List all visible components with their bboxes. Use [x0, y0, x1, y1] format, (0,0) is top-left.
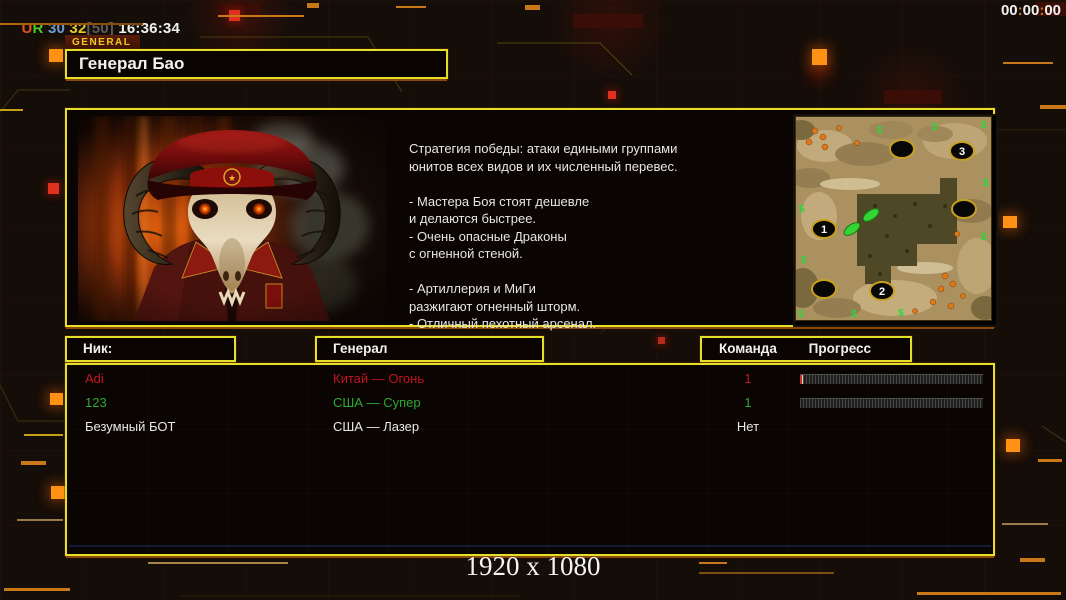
description-line: - Очень опасные Драконы — [409, 228, 567, 244]
header-label: Ник: — [83, 341, 113, 356]
player-team: 1 — [744, 371, 752, 386]
description-line: и делаются быстрее. — [409, 211, 537, 226]
player-progress-bar — [800, 374, 983, 384]
player-progress-bar — [800, 398, 983, 408]
header-label: Команда — [719, 341, 777, 356]
decor-red-square — [608, 91, 616, 99]
column-header-nick: Ник: — [65, 336, 236, 362]
decor-orange-square — [812, 49, 827, 65]
general-title-box: Генерал Бао — [65, 49, 448, 79]
description-line: - Артиллерия и МиГи — [409, 281, 536, 296]
player-general: США — Лазер — [333, 419, 420, 434]
supply-dollar-icon: $ — [932, 122, 938, 133]
decor-red-square — [658, 337, 665, 344]
supply-dollar-icon: $ — [898, 308, 904, 319]
supply-dollar-icon: $ — [981, 232, 987, 243]
decor-red-square — [48, 183, 59, 194]
player-general: США — Супер — [333, 395, 421, 410]
start-marker-2: 2 — [879, 286, 885, 298]
player-row: 123 США — Супер 1 — [67, 391, 993, 415]
supply-dollar-icon: $ — [877, 125, 883, 136]
players-list-panel: Adi Китай — Огонь 1 123 США — Супер 1 Бе… — [65, 363, 995, 556]
general-description: Стратегия победы: атаки едиными группами… — [409, 140, 759, 333]
decor-orange-square — [1006, 439, 1020, 452]
player-nick: 123 — [85, 395, 107, 410]
general-info-panel: ★ Стратегия победы: атаки едиными группа… — [65, 108, 999, 331]
description-line: разжигают огненный шторм. — [409, 298, 581, 314]
decor-orange-square — [50, 393, 63, 405]
supply-dollar-icon: $ — [801, 255, 807, 266]
supply-dollar-icon: $ — [983, 178, 989, 189]
decor-orange-line — [917, 592, 1061, 595]
decor-orange-square — [51, 486, 65, 499]
general-bao-portrait: ★ — [78, 116, 386, 321]
supply-dollar-icon: $ — [798, 309, 804, 320]
map-preview-image: 1 2 3 $ $ $ $ $ $ $ $ $ $ — [787, 116, 999, 321]
decor-orange-bar — [1040, 105, 1066, 109]
decor-darkred-block — [573, 14, 643, 28]
resolution-label: 1920 x 1080 — [465, 551, 601, 581]
page-title: Генерал Бао — [79, 54, 185, 73]
player-general: Китай — Огонь — [333, 371, 425, 386]
decor-orange-line — [4, 588, 70, 591]
timer-hours: 00 — [1000, 2, 1018, 19]
decor-orange-square — [1003, 216, 1017, 228]
description-line: - Мастера Боя стоят дешевле — [409, 193, 590, 209]
decor-orange-line — [218, 15, 304, 17]
player-nick: Безумный БОТ — [85, 419, 176, 434]
decor-orange-bar — [21, 461, 46, 465]
description-line — [409, 263, 759, 281]
description-line: - Отличный пехотный арсенал. — [409, 316, 597, 331]
supply-dollar-icon: $ — [981, 120, 987, 131]
decor-orange-line — [1003, 62, 1053, 64]
decor-tan-line — [1002, 523, 1048, 525]
timer-seconds: 00 — [1044, 2, 1061, 19]
column-header-team-progress: Команда Прогресс — [700, 336, 912, 362]
description-line: с огненной стеной. — [409, 246, 523, 261]
panel-navy-line-decor — [69, 545, 991, 547]
decor-tan-line — [17, 519, 63, 521]
decor-orange-bar — [1038, 459, 1062, 462]
description-line: юнитов всех видов и их численный перевес… — [409, 158, 678, 174]
player-team: 1 — [744, 395, 752, 410]
player-team: Нет — [736, 419, 760, 434]
column-header-general: Генерал — [315, 336, 544, 362]
start-marker-1: 1 — [821, 224, 827, 236]
description-line — [409, 175, 759, 193]
decor-tan-line — [148, 562, 288, 564]
decor-yellow-line — [0, 109, 23, 111]
decor-yellow-line — [24, 434, 63, 436]
player-row: Adi Китай — Огонь 1 — [67, 367, 993, 391]
supply-dollar-icon: $ — [851, 309, 857, 320]
player-row: Безумный БОТ США — Лазер Нет — [67, 415, 993, 439]
map-preview: 1 2 3 $ $ $ $ $ $ $ $ $ $ — [787, 114, 999, 327]
header-label: Прогресс — [808, 341, 872, 356]
timer-minutes: 00 — [1022, 2, 1040, 19]
start-marker-3: 3 — [959, 146, 965, 158]
status-underline-decor — [0, 23, 143, 25]
progress-tick — [800, 375, 802, 384]
decor-orange-line — [396, 6, 426, 8]
description-line: Стратегия победы: атаки едиными группами — [409, 141, 678, 156]
match-timer: 00:00:00 — [1001, 2, 1061, 19]
decor-orange-bar — [307, 3, 319, 8]
supply-dollar-icon: $ — [799, 204, 805, 215]
player-nick: Adi — [85, 371, 104, 386]
game-lobby-screen: UR 30 32[50] 16:36:34 00:00:00 GENERAL Г… — [0, 0, 1066, 600]
header-label: Генерал — [333, 341, 388, 356]
decor-darkred-block — [884, 90, 942, 104]
decor-orange-bar — [525, 5, 540, 10]
